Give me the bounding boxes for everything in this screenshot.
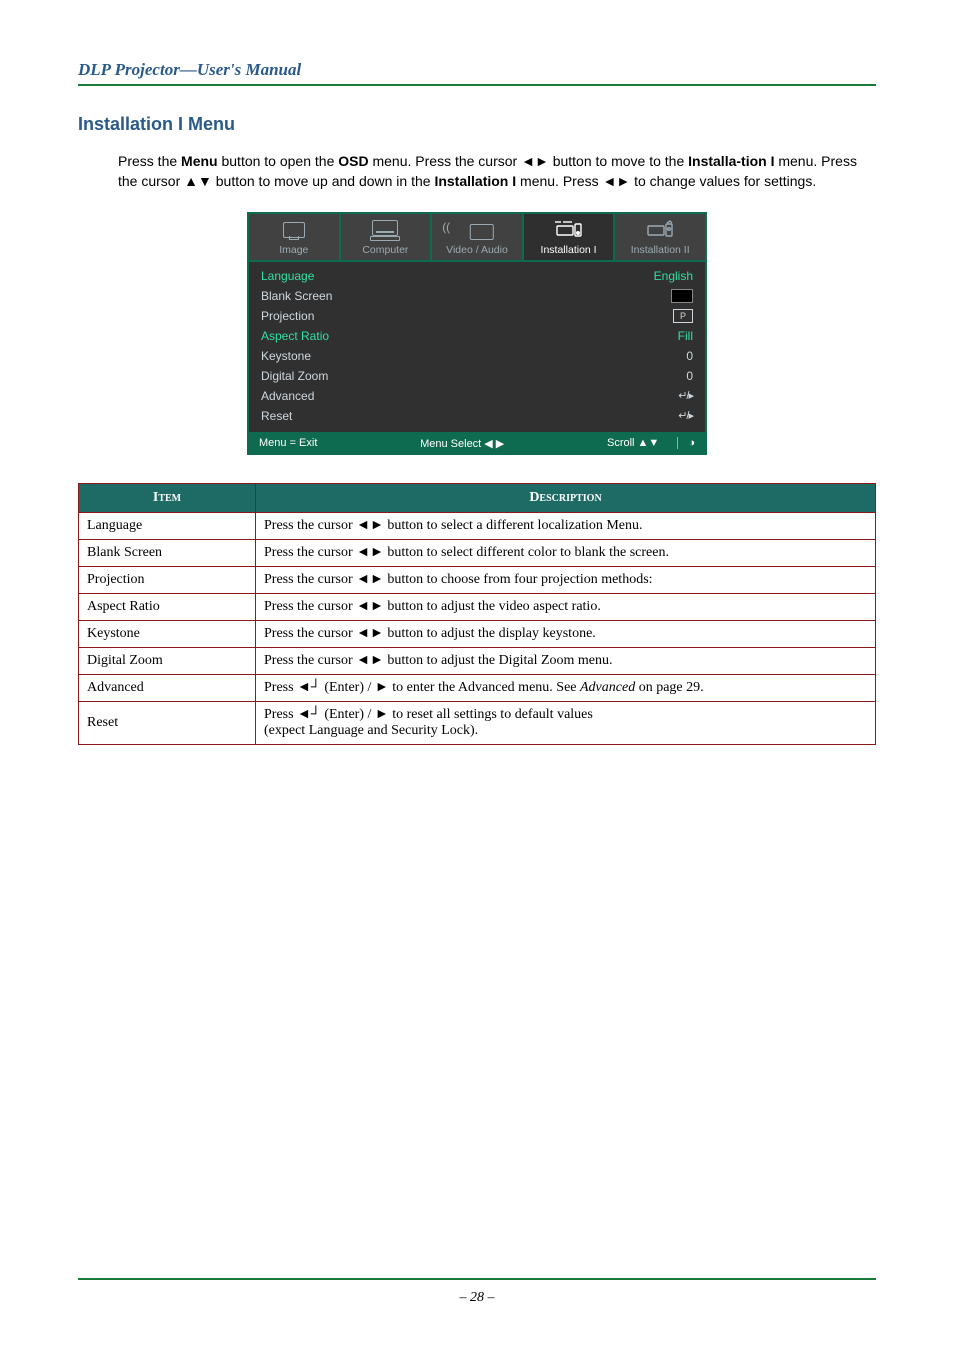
- table-cell-item: Digital Zoom: [79, 647, 256, 674]
- table-cell-description: Press ◄┘ (Enter) / ► to reset all settin…: [256, 701, 876, 744]
- osd-tab-installation-1: Installation I: [524, 214, 616, 260]
- osd-row-projection: Projection P: [261, 306, 693, 326]
- table-cell-item: Keystone: [79, 620, 256, 647]
- table-row: ProjectionPress the cursor ◄► button to …: [79, 566, 876, 593]
- osd-footer-right: Scroll ▲▼ ◑: [607, 437, 695, 449]
- osd-row-value: Fill: [678, 329, 693, 343]
- osd-row-aspect-ratio: Aspect Ratio Fill: [261, 326, 693, 346]
- image-tab-icon: [251, 220, 337, 242]
- table-cell-description: Press ◄┘ (Enter) / ► to enter the Advanc…: [256, 674, 876, 701]
- blank-screen-swatch: [671, 289, 693, 303]
- table-cell-description: Press the cursor ◄► button to select a d…: [256, 512, 876, 539]
- intro-bold-installation-2: Installation I: [434, 173, 516, 189]
- footer-rule: [78, 1278, 876, 1280]
- table-row: LanguagePress the cursor ◄► button to se…: [79, 512, 876, 539]
- page-number: – 28 –: [0, 1290, 954, 1306]
- intro-bold-osd: OSD: [338, 153, 368, 169]
- installation-2-tab-icon: [617, 220, 703, 242]
- table-cell-description: Press the cursor ◄► button to adjust the…: [256, 620, 876, 647]
- osd-row-blank-screen: Blank Screen: [261, 286, 693, 306]
- page-header: DLP Projector—User's Manual: [78, 60, 876, 86]
- osd-row-language: Language English: [261, 266, 693, 286]
- osd-row-advanced: Advanced ↵/▸: [261, 386, 693, 406]
- table-row: Aspect RatioPress the cursor ◄► button t…: [79, 593, 876, 620]
- osd-row-keystone: Keystone 0: [261, 346, 693, 366]
- intro-text: menu. Press ◄► to change values for sett…: [516, 173, 816, 189]
- osd-tab-label: Installation I: [541, 244, 597, 256]
- intro-bold-menu: Menu: [181, 153, 218, 169]
- osd-row-value: 0: [686, 349, 693, 363]
- osd-tabs: Image Computer Video / Audio Installatio…: [249, 214, 705, 262]
- table-row: Blank ScreenPress the cursor ◄► button t…: [79, 539, 876, 566]
- table-head-description: Description: [256, 483, 876, 512]
- osd-menu-screenshot: Image Computer Video / Audio Installatio…: [247, 212, 707, 455]
- projection-mode-icon: P: [673, 309, 693, 323]
- table-cell-description: Press the cursor ◄► button to adjust the…: [256, 593, 876, 620]
- section-title: Installation I Menu: [78, 114, 876, 135]
- osd-row-digital-zoom: Digital Zoom 0: [261, 366, 693, 386]
- intro-text: Press the: [118, 153, 181, 169]
- table-cell-item: Projection: [79, 566, 256, 593]
- table-row: AdvancedPress ◄┘ (Enter) / ► to enter th…: [79, 674, 876, 701]
- table-cell-description: Press the cursor ◄► button to choose fro…: [256, 566, 876, 593]
- table-row: ResetPress ◄┘ (Enter) / ► to reset all s…: [79, 701, 876, 744]
- intro-paragraph: Press the Menu button to open the OSD me…: [118, 151, 876, 192]
- table-cell-item: Language: [79, 512, 256, 539]
- osd-body: Language English Blank Screen Projection…: [249, 262, 705, 432]
- osd-row-label: Aspect Ratio: [261, 329, 329, 343]
- osd-tab-installation-2: Installation II: [615, 214, 705, 260]
- osd-row-reset: Reset ↵/▸: [261, 406, 693, 426]
- description-table: Item Description LanguagePress the curso…: [78, 483, 876, 745]
- osd-row-label: Keystone: [261, 349, 311, 363]
- osd-row-label: Reset: [261, 409, 292, 423]
- osd-tab-label: Video / Audio: [446, 244, 508, 256]
- help-icon: ◑: [677, 437, 695, 449]
- intro-text: menu. Press the cursor ◄► button to move…: [369, 153, 689, 169]
- osd-row-label: Digital Zoom: [261, 369, 328, 383]
- table-head-item: Item: [79, 483, 256, 512]
- osd-footer-left: Menu = Exit: [259, 437, 317, 449]
- osd-footer-mid: Menu Select ◀ ▶: [420, 437, 504, 450]
- osd-row-label: Projection: [261, 309, 314, 323]
- table-cell-description: Press the cursor ◄► button to adjust the…: [256, 647, 876, 674]
- osd-row-label: Language: [261, 269, 314, 283]
- osd-tab-computer: Computer: [341, 214, 433, 260]
- osd-row-value: English: [654, 269, 693, 283]
- osd-row-label: Advanced: [261, 389, 314, 403]
- osd-tab-label: Image: [279, 244, 308, 256]
- osd-tab-label: Installation II: [631, 244, 690, 256]
- table-cell-item: Reset: [79, 701, 256, 744]
- osd-footer: Menu = Exit Menu Select ◀ ▶ Scroll ▲▼ ◑: [249, 432, 705, 453]
- table-cell-item: Advanced: [79, 674, 256, 701]
- intro-text: button to open the: [218, 153, 339, 169]
- table-cell-item: Blank Screen: [79, 539, 256, 566]
- osd-tab-image: Image: [249, 214, 341, 260]
- intro-bold-installation: Installa-tion I: [688, 153, 774, 169]
- osd-row-label: Blank Screen: [261, 289, 332, 303]
- enter-submenu-icon: ↵/▸: [678, 389, 693, 402]
- osd-tab-video-audio: Video / Audio: [432, 214, 524, 260]
- table-row: KeystonePress the cursor ◄► button to ad…: [79, 620, 876, 647]
- table-cell-item: Aspect Ratio: [79, 593, 256, 620]
- installation-1-tab-icon: [526, 220, 612, 242]
- osd-row-value: 0: [686, 369, 693, 383]
- enter-submenu-icon: ↵/▸: [678, 409, 693, 422]
- osd-footer-right-text: Scroll ▲▼: [607, 437, 659, 449]
- video-audio-tab-icon: [434, 220, 520, 242]
- osd-tab-label: Computer: [362, 244, 408, 256]
- table-cell-description: Press the cursor ◄► button to select dif…: [256, 539, 876, 566]
- computer-tab-icon: [343, 220, 429, 242]
- table-row: Digital ZoomPress the cursor ◄► button t…: [79, 647, 876, 674]
